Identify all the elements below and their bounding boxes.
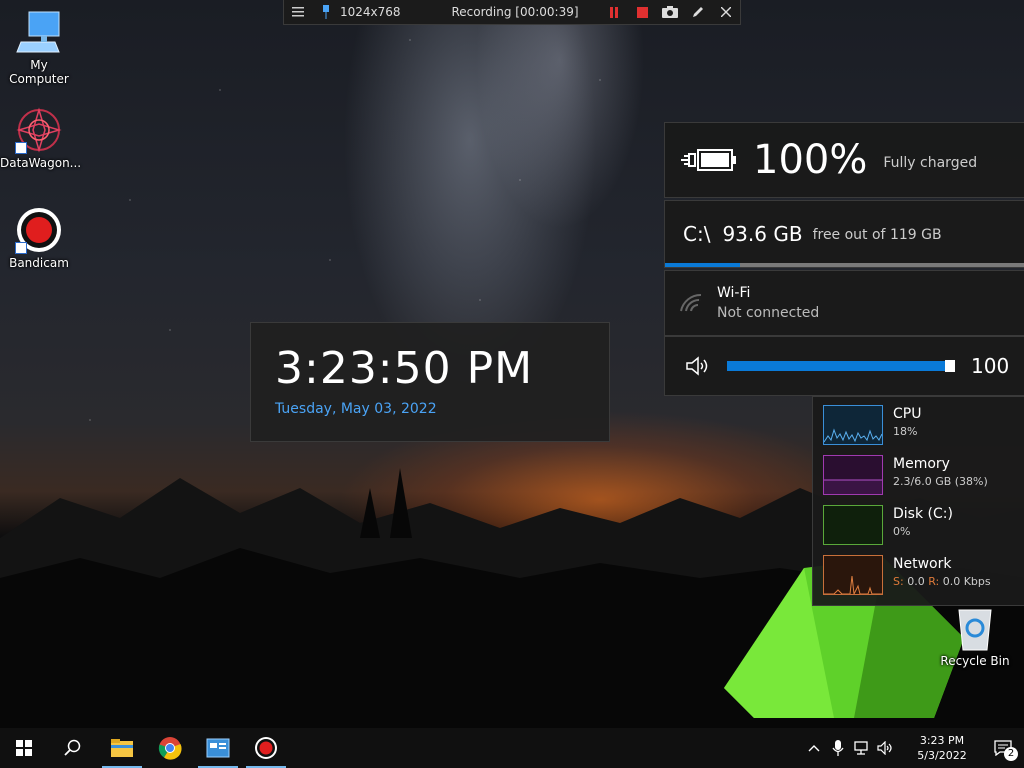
volume-slider-knob[interactable] [945,360,955,372]
disk-free-space: 93.6 GB [722,222,803,246]
taskbar-control-panel[interactable] [194,728,242,768]
disk-graph [823,505,883,545]
memory-graph [823,455,883,495]
battery-percent: 100% [753,137,868,183]
perf-name: CPU [893,406,922,422]
network-send-value: 0.0 [907,575,925,588]
chrome-icon [158,737,182,760]
clock-widget: 3:23:50 PM Tuesday, May 03, 2022 [250,322,610,442]
volume-slider[interactable] [727,360,955,372]
shortcut-arrow-icon [15,142,27,154]
desktop-icon-label: Bandicam [9,256,69,270]
volume-value: 100 [971,354,1010,378]
wifi-row[interactable]: Wi-Fi Not connected [664,270,1024,336]
pause-icon[interactable] [600,0,628,25]
chevron-up-icon [808,745,820,752]
desktop-icon-label: Recycle Bin [940,654,1010,668]
disk-total: free out of 119 GB [812,227,942,243]
perf-row-disk[interactable]: Disk (C:) 0% [823,505,1024,555]
bandicam-record-icon [15,206,63,254]
start-button[interactable] [0,728,48,768]
close-icon[interactable] [712,0,740,25]
taskbar: 3:23 PM 5/3/2022 2 [0,728,1024,768]
tray-microphone[interactable] [826,728,850,768]
windows-logo-icon [16,740,32,756]
pencil-icon[interactable] [684,0,712,25]
network-icon [854,741,868,755]
recycle-bin-icon [951,604,999,652]
wifi-icon [680,293,702,312]
speaker-icon [877,741,892,755]
desktop-icon-recycle-bin[interactable]: Recycle Bin [936,604,1014,668]
perf-value: 0% [893,525,911,538]
taskbar-chrome[interactable] [146,728,194,768]
computer-icon [15,8,63,56]
perf-row-memory[interactable]: Memory 2.3/6.0 GB (38%) [823,455,1024,505]
taskbar-bandicam[interactable] [242,728,290,768]
microphone-icon [832,740,844,756]
disk-usage-bar [665,263,1024,267]
network-graph [823,555,883,595]
speaker-icon [686,356,708,376]
wifi-name: Wi-Fi [717,285,751,301]
menu-icon[interactable] [284,0,312,25]
network-recv-value: 0.0 Kbps [942,575,991,588]
battery-row: 100% Fully charged [664,122,1024,198]
taskbar-time: 3:23 PM [919,734,965,747]
disk-usage-fill [665,263,741,267]
volume-slider-fill [727,361,955,371]
perf-row-cpu[interactable]: CPU 18% [823,405,1024,455]
perf-name: Network [893,556,952,572]
desktop-icon-bandicam[interactable]: Bandicam [0,206,78,270]
pin-icon[interactable] [312,0,340,25]
network-recv-label: R: [928,575,940,588]
taskbar-file-explorer[interactable] [98,728,146,768]
perf-name: Disk (C:) [893,506,953,522]
action-center-button[interactable]: 2 [982,728,1024,768]
perf-name: Memory [893,456,950,472]
taskbar-date: 5/3/2022 [917,749,967,762]
perf-row-network[interactable]: Network S: 0.0 R: 0.0 Kbps [823,555,1024,605]
datawagon-logo-icon [15,106,63,154]
notification-count-badge: 2 [1004,747,1018,761]
disk-drive-label: C:\ [683,222,711,246]
recording-resolution: 1024x768 [340,5,401,19]
disk-row: C:\ 93.6 GB free out of 119 GB [664,200,1024,268]
desktop-icon-my-computer[interactable]: My Computer [0,8,78,86]
wifi-status: Not connected [717,305,820,321]
control-panel-icon [206,738,230,758]
search-button[interactable] [48,728,96,768]
folder-icon [111,739,133,757]
volume-row: 100 [664,336,1024,396]
battery-plug-icon [681,149,736,171]
shortcut-arrow-icon [15,242,27,254]
show-hidden-icons-button[interactable] [802,728,826,768]
clock-time: 3:23:50 PM [275,343,534,394]
performance-panel: CPU 18% Memory 2.3/6.0 GB (38%) Disk (C:… [812,396,1024,606]
tray-network[interactable] [850,728,874,768]
system-info-panel: 100% Fully charged C:\ 93.6 GB free out … [664,122,1024,396]
bandicam-record-icon [255,737,277,759]
perf-value: 18% [893,425,918,438]
cpu-graph [823,405,883,445]
desktop-icon-label: DataWagon... [0,156,82,170]
desktop-icon-datawagon[interactable]: DataWagon... [0,106,82,170]
camera-icon[interactable] [656,0,684,25]
search-icon [64,739,81,756]
desktop-icon-label: My Computer [9,58,69,86]
system-tray: 3:23 PM 5/3/2022 2 [802,728,1024,768]
battery-status: Fully charged [883,155,978,171]
perf-value: 2.3/6.0 GB (38%) [893,475,988,488]
perf-value: S: 0.0 R: 0.0 Kbps [893,575,991,588]
tray-volume[interactable] [874,728,898,768]
recording-toolbar: 1024x768 Recording [00:00:39] [283,0,741,25]
stop-icon[interactable] [628,0,656,25]
taskbar-clock[interactable]: 3:23 PM 5/3/2022 [902,733,982,763]
network-send-label: S: [893,575,904,588]
recording-status: Recording [00:00:39] [451,5,579,19]
clock-date: Tuesday, May 03, 2022 [275,401,437,417]
